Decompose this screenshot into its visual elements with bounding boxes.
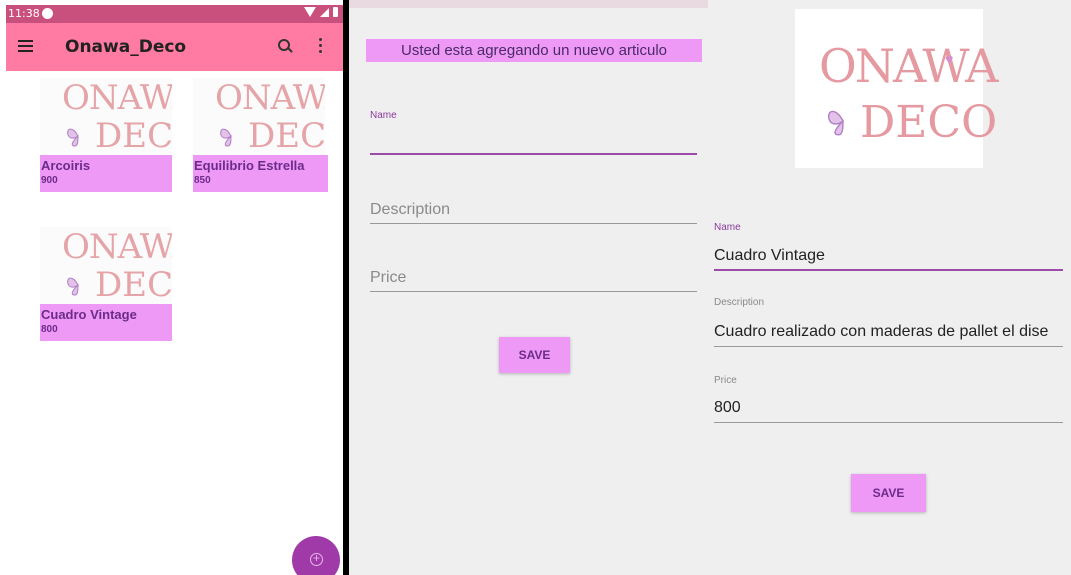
add-product-screen: Usted esta agregando un nuevo articulo N…: [349, 0, 708, 575]
product-image: ONAWA DECO: [193, 78, 325, 162]
butterfly-icon: [220, 128, 232, 147]
name-label: Name: [370, 110, 397, 121]
product-price: 800: [41, 324, 58, 335]
status-time: 11:38: [8, 7, 40, 20]
notification-icon: [42, 8, 53, 19]
price-field[interactable]: Price: [370, 269, 406, 287]
add-circle-icon: +: [313, 551, 321, 565]
logo-text: DECO: [95, 116, 172, 156]
butterfly-icon: [827, 110, 844, 136]
product-card[interactable]: ONAWA DECO Arcoiris 900: [40, 78, 172, 203]
logo-text: ONAWA: [215, 78, 325, 118]
logo-text: ONAWA: [819, 39, 999, 93]
butterfly-icon: [67, 277, 79, 296]
save-button[interactable]: SAVE: [499, 337, 570, 373]
product-price: 900: [41, 175, 58, 186]
description-underline: [370, 223, 697, 224]
edit-product-screen: ONAWA ♥ DECO Name Cuadro Vintage Descrip…: [708, 0, 1071, 575]
product-label: Arcoiris 900: [40, 155, 172, 192]
price-field[interactable]: 800: [714, 399, 741, 417]
product-card[interactable]: ONAWA DECO Cuadro Vintage 800: [40, 227, 172, 352]
product-card[interactable]: ONAWA DECO Equilibrio Estrella 850: [193, 78, 328, 203]
logo-text: ONAWA: [62, 78, 172, 118]
signal-icon: [320, 7, 329, 17]
price-underline: [714, 422, 1063, 423]
heart-icon: ♥: [945, 51, 954, 67]
add-product-button[interactable]: +: [292, 536, 340, 575]
name-label: Name: [714, 222, 741, 233]
product-name: Arcoiris: [41, 158, 91, 173]
more-options-icon[interactable]: [319, 38, 323, 54]
app-bar: Onawa_Deco: [6, 23, 343, 71]
status-icons: [304, 7, 338, 17]
wifi-icon: [304, 7, 316, 17]
name-field[interactable]: [370, 153, 697, 155]
top-edge: [349, 0, 708, 8]
product-price: 850: [194, 175, 211, 186]
product-name: Cuadro Vintage: [41, 307, 137, 322]
product-image: ONAWA DECO: [40, 78, 172, 162]
menu-icon[interactable]: [18, 40, 33, 52]
price-label: Price: [714, 375, 737, 386]
product-label: Cuadro Vintage 800: [40, 304, 172, 341]
description-label: Description: [714, 297, 765, 308]
product-image: ONAWA ♥ DECO: [795, 9, 999, 168]
description-underline: [714, 346, 1063, 347]
description-field[interactable]: Cuadro realizado con maderas de pallet e…: [714, 323, 1048, 341]
description-field[interactable]: Description: [370, 201, 450, 219]
logo-text: DECO: [860, 97, 998, 148]
add-mode-banner: Usted esta agregando un nuevo articulo: [366, 39, 702, 62]
save-button[interactable]: SAVE: [851, 474, 926, 512]
product-list-screen: 11:38 Onawa_Deco ONAWA: [6, 5, 343, 575]
product-label: Equilibrio Estrella 850: [193, 155, 328, 192]
logo-text: ONAWA: [62, 227, 172, 267]
product-name: Equilibrio Estrella: [194, 158, 305, 173]
battery-icon: [333, 7, 338, 17]
app-title: Onawa_Deco: [65, 37, 187, 57]
search-icon[interactable]: [278, 39, 292, 53]
price-underline: [370, 291, 697, 292]
name-underline: [714, 269, 1063, 271]
name-field[interactable]: Cuadro Vintage: [714, 247, 825, 265]
butterfly-icon: [67, 128, 79, 147]
logo-text: DECO: [95, 265, 172, 305]
logo-text: DECO: [248, 116, 325, 156]
product-image: ONAWA DECO: [40, 227, 172, 311]
status-bar: 11:38: [6, 5, 343, 23]
